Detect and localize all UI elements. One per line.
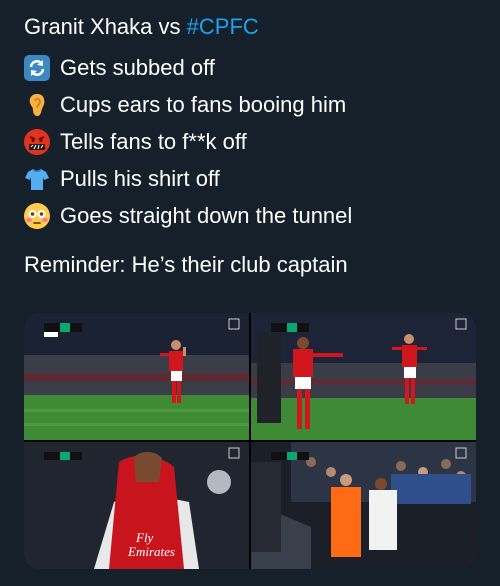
media-grid[interactable]: Fly Emirates bbox=[24, 313, 476, 569]
bullet-text: Cups ears to fans booing him bbox=[60, 92, 347, 117]
video-frame-3[interactable]: Fly Emirates bbox=[24, 442, 249, 569]
flushed-face-icon bbox=[24, 202, 50, 229]
bullet-item: Gets subbed off bbox=[24, 49, 484, 86]
bullet-text: Tells fans to f**k off bbox=[60, 129, 247, 154]
video-frame-4[interactable] bbox=[251, 442, 476, 569]
title-prefix: Granit Xhaka vs bbox=[24, 14, 187, 39]
repeat-arrows-icon bbox=[24, 54, 50, 81]
bullet-item: Tells fans to f**k off bbox=[24, 123, 484, 160]
bullet-text: Gets subbed off bbox=[60, 55, 215, 80]
svg-text:Fly: Fly bbox=[135, 530, 154, 545]
bullet-item: Pulls his shirt off bbox=[24, 160, 484, 197]
bullet-text: Goes straight down the tunnel bbox=[60, 203, 353, 228]
reminder-text: Reminder: He’s their club captain bbox=[24, 252, 348, 277]
svg-text:Emirates: Emirates bbox=[127, 544, 175, 559]
bullet-text: Pulls his shirt off bbox=[60, 166, 220, 191]
hashtag-link[interactable]: #CPFC bbox=[187, 14, 259, 39]
bullet-item: Cups ears to fans booing him bbox=[24, 86, 484, 123]
tweet-title: Granit Xhaka vs #CPFC bbox=[24, 8, 484, 45]
shirt-icon bbox=[24, 166, 50, 192]
tweet-text: Granit Xhaka vs #CPFC Gets subbed off Cu… bbox=[24, 8, 484, 283]
ear-icon bbox=[24, 92, 50, 118]
bullet-item: Goes straight down the tunnel bbox=[24, 197, 484, 234]
video-frame-2[interactable] bbox=[251, 313, 476, 440]
video-frame-1[interactable] bbox=[24, 313, 249, 440]
swearing-face-icon bbox=[24, 128, 50, 155]
